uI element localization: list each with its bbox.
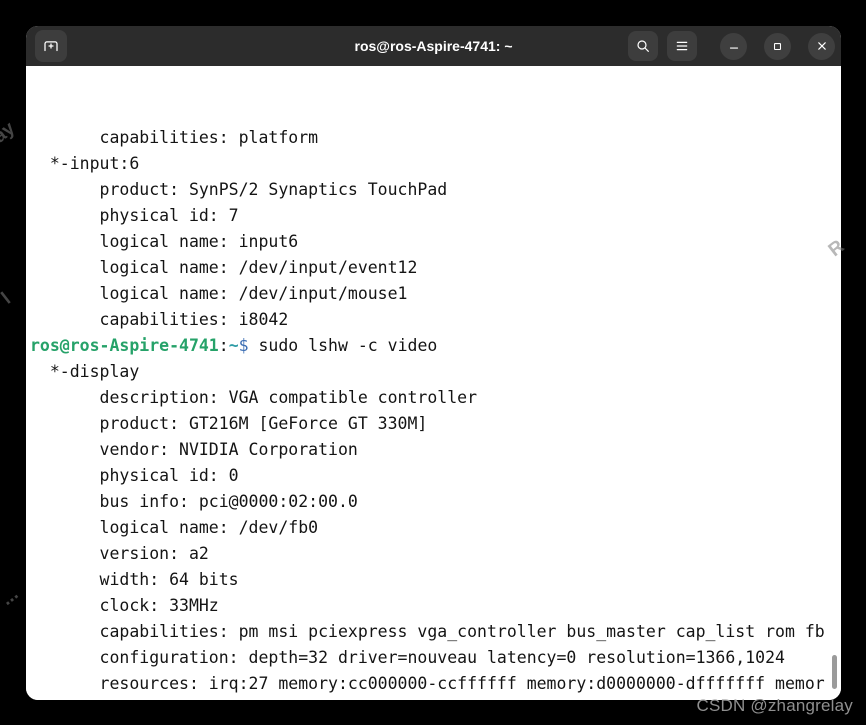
terminal-line: logical name: /dev/fb0 [30, 515, 841, 541]
new-tab-icon [42, 37, 60, 55]
terminal-line: bus info: pci@0000:02:00.0 [30, 489, 841, 515]
minimize-icon [727, 39, 741, 53]
close-button[interactable] [808, 33, 835, 60]
watermark-fragment: ... [0, 583, 23, 610]
terminal-line: clock: 33MHz [30, 593, 841, 619]
close-icon [815, 39, 829, 53]
terminal-content[interactable]: capabilities: platform *-input:6 product… [26, 66, 841, 700]
terminal-line: *-input:6 [30, 151, 841, 177]
watermark-fragment: l [0, 289, 15, 310]
window-title: ros@ros-Aspire-4741: ~ [355, 38, 513, 54]
hamburger-menu-icon [674, 38, 690, 54]
terminal-line: logical name: /dev/input/mouse1 [30, 281, 841, 307]
window-controls [720, 33, 835, 60]
search-button[interactable] [628, 31, 658, 61]
prompt-user-host: ros@ros-Aspire-4741 [30, 336, 219, 355]
command-text: sudo lshw -c video [249, 336, 438, 355]
search-icon [635, 38, 651, 54]
terminal-line: ros@ros-Aspire-4741:~$ sudo lshw -c vide… [30, 333, 841, 359]
terminal-line: product: SynPS/2 Synaptics TouchPad [30, 177, 841, 203]
prompt-dollar: $ [239, 336, 249, 355]
terminal-line: logical name: /dev/input/event12 [30, 255, 841, 281]
titlebar-right-controls [628, 31, 837, 61]
terminal-line: vendor: NVIDIA Corporation [30, 437, 841, 463]
watermark-credit: CSDN @zhangrelay [696, 696, 853, 716]
terminal-line: description: VGA compatible controller [30, 385, 841, 411]
terminal-line: width: 64 bits [30, 567, 841, 593]
titlebar[interactable]: ros@ros-Aspire-4741: ~ [26, 26, 841, 66]
minimize-button[interactable] [720, 33, 747, 60]
screenshot-root: { "window": { "title": "ros@ros-Aspire-4… [0, 0, 866, 725]
terminal-line: configuration: depth=32 driver=nouveau l… [30, 645, 841, 671]
terminal-line: physical id: 7 [30, 203, 841, 229]
maximize-button[interactable] [764, 33, 791, 60]
menu-button[interactable] [667, 31, 697, 61]
prompt-separator: : [219, 336, 229, 355]
maximize-icon [771, 40, 784, 53]
terminal-line: capabilities: platform [30, 125, 841, 151]
terminal-line: version: a2 [30, 541, 841, 567]
scrollbar-thumb[interactable] [832, 655, 837, 689]
terminal-window: ros@ros-Aspire-4741: ~ [26, 26, 841, 700]
watermark-fragment: ay [0, 118, 20, 148]
terminal-line: *-display [30, 359, 841, 385]
terminal-line: capabilities: pm msi pciexpress vga_cont… [30, 619, 841, 645]
terminal-lines: capabilities: platform *-input:6 product… [30, 125, 841, 700]
terminal-line: physical id: 0 [30, 463, 841, 489]
prompt-path: ~ [229, 336, 239, 355]
terminal-line: logical name: input6 [30, 229, 841, 255]
new-tab-button[interactable] [35, 30, 67, 62]
terminal-line: capabilities: i8042 [30, 307, 841, 333]
terminal-line: product: GT216M [GeForce GT 330M] [30, 411, 841, 437]
terminal-line: resources: irq:27 memory:cc000000-ccffff… [30, 671, 841, 697]
